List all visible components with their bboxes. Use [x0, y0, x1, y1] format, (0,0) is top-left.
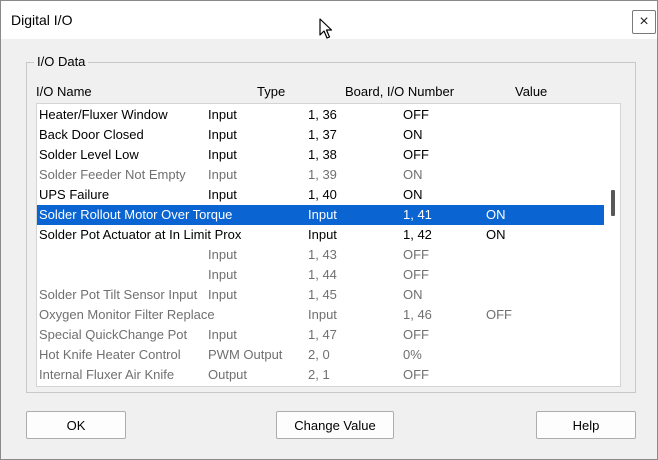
- title-bar: Digital I/O ×: [1, 1, 657, 39]
- list-item[interactable]: Back Door Closed Input 1, 37 ON: [37, 125, 604, 145]
- list-item[interactable]: Internal Fluxer Air Knife Output 2, 1 OFF: [37, 365, 604, 385]
- cell-board: 2, 0: [308, 347, 330, 362]
- cell-type: Input: [308, 207, 337, 222]
- list-item[interactable]: Solder Pot Tilt Sensor Input Input 1, 45 ON: [37, 285, 604, 305]
- cell-name: Hot Knife Heater Control: [39, 347, 181, 362]
- cell-board: 1, 43: [308, 247, 337, 262]
- cell-value: ON: [486, 207, 506, 222]
- cell-value: OFF: [403, 107, 429, 122]
- change-value-button[interactable]: Change Value: [276, 411, 394, 439]
- cell-name: Oxygen Monitor Filter Replace: [39, 307, 215, 322]
- cell-value: ON: [403, 127, 423, 142]
- cell-board: 1, 42: [403, 227, 432, 242]
- cell-board: 1, 39: [308, 167, 337, 182]
- window-title: Digital I/O: [11, 12, 73, 28]
- cell-type: Input: [308, 307, 337, 322]
- cell-type: Input: [208, 127, 237, 142]
- cell-board: 1, 37: [308, 127, 337, 142]
- cell-value: ON: [403, 287, 423, 302]
- cell-value: OFF: [403, 247, 429, 262]
- cell-value: ON: [486, 227, 506, 242]
- cell-board: 1, 41: [403, 207, 432, 222]
- close-button[interactable]: ×: [632, 10, 656, 34]
- cell-type: Input: [308, 227, 337, 242]
- cell-name: Solder Level Low: [39, 147, 139, 162]
- cell-name: Internal Fluxer Air Knife: [39, 367, 175, 382]
- list-item[interactable]: Heater/Fluxer Window Input 1, 36 OFF: [37, 105, 604, 125]
- cell-type: Input: [208, 147, 237, 162]
- cell-name: Solder Feeder Not Empty: [39, 167, 186, 182]
- vertical-scrollbar[interactable]: [604, 104, 620, 386]
- column-header-value: Value: [515, 84, 548, 99]
- cell-value: OFF: [403, 367, 429, 382]
- ok-button[interactable]: OK: [26, 411, 126, 439]
- cell-board: 1, 45: [308, 287, 337, 302]
- list-item[interactable]: Input 1, 44 OFF: [37, 265, 604, 285]
- list-item[interactable]: Solder Rollout Motor Over Torque Input 1, …: [37, 205, 604, 225]
- list-item[interactable]: Input 1, 43 OFF: [37, 245, 604, 265]
- list-item[interactable]: Solder Feeder Not Empty Input 1, 39 ON: [37, 165, 604, 185]
- mouse-cursor-icon: [319, 18, 333, 39]
- cell-value: 0%: [403, 347, 422, 362]
- cell-name: Solder Rollout Motor Over Torque: [39, 207, 233, 222]
- list-item[interactable]: Solder Level Low Input 1, 38 OFF: [37, 145, 604, 165]
- column-header-type: Type: [257, 84, 286, 99]
- cell-board: 1, 40: [308, 187, 337, 202]
- io-list[interactable]: Heater/Fluxer Window Input 1, 36 OFF Back Do…: [36, 103, 621, 387]
- cell-type: Input: [208, 107, 237, 122]
- cell-type: Input: [208, 167, 237, 182]
- cell-board: 1, 46: [403, 307, 432, 322]
- cell-type: Input: [208, 267, 237, 282]
- cell-type: Output: [208, 367, 248, 382]
- column-header-name: I/O Name: [36, 84, 92, 99]
- cell-name: Solder Pot Tilt Sensor Input: [39, 287, 198, 302]
- cell-board: 1, 47: [308, 327, 337, 342]
- cell-type: Input: [208, 247, 237, 262]
- list-item[interactable]: Special QuickChange Pot Input 1, 47 OFF: [37, 325, 604, 345]
- cell-board: 1, 44: [308, 267, 337, 282]
- cell-name: Special QuickChange Pot: [39, 327, 188, 342]
- column-header-board: Board, I/O Number: [345, 84, 455, 99]
- cell-value: ON: [403, 187, 423, 202]
- cell-type: PWM Output: [208, 347, 283, 362]
- cell-name: Back Door Closed: [39, 127, 144, 142]
- close-icon: ×: [639, 13, 649, 30]
- list-item[interactable]: Solder Pot Actuator at In Limit Prox Inpu…: [37, 225, 604, 245]
- cell-board: 1, 38: [308, 147, 337, 162]
- cell-value: OFF: [403, 267, 429, 282]
- cell-name: UPS Failure: [39, 187, 110, 202]
- cell-value: OFF: [486, 307, 512, 322]
- cell-name: Heater/Fluxer Window: [39, 107, 168, 122]
- cell-value: OFF: [403, 327, 429, 342]
- list-item[interactable]: Oxygen Monitor Filter Replace Input 1, 46 O…: [37, 305, 604, 325]
- list-item[interactable]: Hot Knife Heater Control PWM Output 2, 0 0%: [37, 345, 604, 365]
- cell-type: Input: [208, 327, 237, 342]
- cell-board: 2, 1: [308, 367, 330, 382]
- cell-value: ON: [403, 167, 423, 182]
- cell-name: Solder Pot Actuator at In Limit Prox: [39, 227, 242, 242]
- cell-value: OFF: [403, 147, 429, 162]
- cell-type: Input: [208, 187, 237, 202]
- digital-io-dialog: Digital I/O × I/O Data I/O Name Type Boa…: [0, 0, 658, 460]
- list-item[interactable]: UPS Failure Input 1, 40 ON: [37, 185, 604, 205]
- group-title: I/O Data: [34, 54, 89, 69]
- cell-board: 1, 36: [308, 107, 337, 122]
- help-button[interactable]: Help: [536, 411, 636, 439]
- scrollbar-thumb[interactable]: [611, 190, 615, 216]
- cell-type: Input: [208, 287, 237, 302]
- list-item[interactable]: External Fluxer Air KnifeOutput2, 2OFF: [37, 385, 604, 386]
